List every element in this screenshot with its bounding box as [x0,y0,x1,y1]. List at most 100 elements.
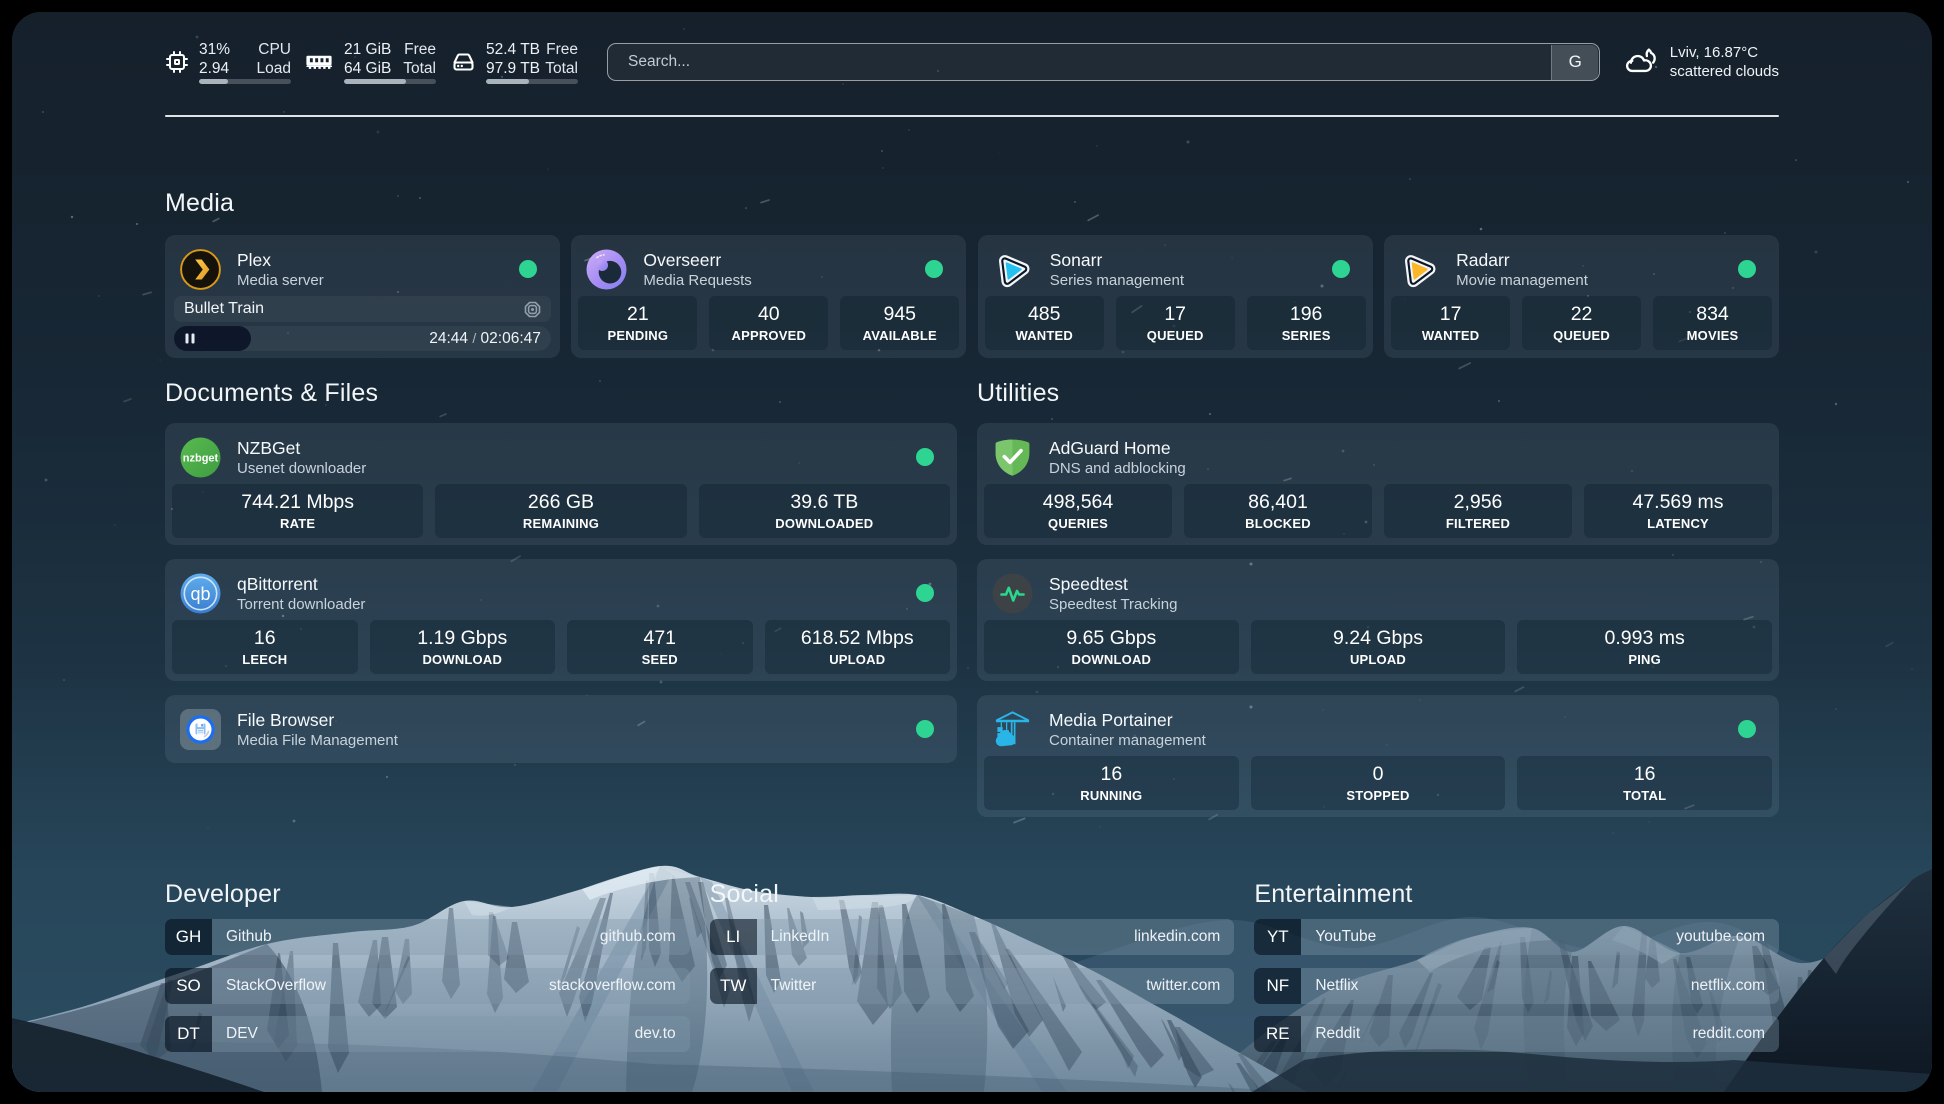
cpu-load-label: Load [257,60,291,79]
dashboard-screen: 31% 2.94 CPU Load [12,12,1932,1092]
portainer-title: Media Portainer [1049,710,1738,731]
portainer-status-dot [1738,720,1756,738]
radarr-card[interactable]: Radarr Movie management 17 WANTED 22 QUE… [1384,235,1779,358]
adguard-stat-blocked: 86,401 BLOCKED [1184,484,1372,538]
bookmark-name: LinkedIn [771,928,1135,946]
overseerr-title: Overseerr [643,250,925,271]
disk-progress-bar [486,79,578,84]
bookmark-linkedin[interactable]: LI LinkedIn linkedin.com [710,919,1235,955]
adguard-card[interactable]: AdGuard Home DNS and adblocking 498,564 … [977,423,1779,545]
bookmark-abbr: NF [1254,968,1301,1004]
search-provider-button[interactable]: G [1551,45,1598,80]
qbittorrent-stat-upload: 618.52 Mbps UPLOAD [765,620,951,674]
bookmark-youtube[interactable]: YT YouTube youtube.com [1254,919,1779,955]
nzbget-subtitle: Usenet downloader [237,460,916,477]
portainer-stat-running: 16 RUNNING [984,756,1239,810]
weather-widget[interactable]: Lviv, 16.87°C scattered clouds [1623,44,1779,81]
qbittorrent-card[interactable]: qb qBittorrent Torrent downloader 16 [165,559,957,681]
section-title-social: Social [710,880,1235,909]
nzbget-status-dot [916,448,934,466]
radarr-subtitle: Movie management [1456,272,1738,289]
plex-progress-pill [174,326,251,351]
adguard-stat-latency: 47.569 ms LATENCY [1584,484,1772,538]
plex-status-dot [519,260,537,278]
adguard-subtitle: DNS and adblocking [1049,460,1766,477]
svg-text:qb: qb [190,584,210,604]
camera-icon [524,301,541,318]
qbittorrent-title: qBittorrent [237,574,916,595]
speedtest-subtitle: Speedtest Tracking [1049,596,1766,613]
bookmark-url: github.com [600,928,676,946]
bookmarks-section: Developer GH Github github.com SO StackO… [165,880,1779,1052]
bookmark-twitter[interactable]: TW Twitter twitter.com [710,968,1235,1004]
adguard-stat-queries: 498,564 QUERIES [984,484,1172,538]
overseerr-stat-approved: 40 APPROVED [709,296,828,350]
bookmark-url: dev.to [635,1025,676,1043]
overseerr-card[interactable]: Overseerr Media Requests 21 PENDING 40 A… [571,235,966,358]
sonarr-card[interactable]: Sonarr Series management 485 WANTED 17 Q… [978,235,1373,358]
filebrowser-title: File Browser [237,710,916,731]
speedtest-icon [992,573,1033,614]
bookmark-url: netflix.com [1691,977,1765,995]
qbittorrent-icon: qb [180,573,221,614]
portainer-stat-total: 16 TOTAL [1517,756,1772,810]
speedtest-card[interactable]: Speedtest Speedtest Tracking 9.65 Gbps D… [977,559,1779,681]
cpu-icon [165,50,189,74]
nzbget-stat-remaining: 266 GB REMAINING [435,484,686,538]
bookmark-stackoverflow[interactable]: SO StackOverflow stackoverflow.com [165,968,690,1004]
bookmark-url: reddit.com [1693,1025,1765,1043]
portainer-card[interactable]: Media Portainer Container management 16 … [977,695,1779,817]
overseerr-subtitle: Media Requests [643,272,925,289]
plex-card[interactable]: Plex Media server Bullet Train [165,235,560,358]
bookmark-abbr: DT [165,1016,212,1052]
radarr-title: Radarr [1456,250,1738,271]
bookmark-group-entertainment: Entertainment YT YouTube youtube.com NF … [1254,880,1779,1052]
memory-free-label: Free [403,41,436,60]
group-utilities: Utilities AdGuard Home [977,379,1779,817]
memory-progress-bar [344,79,436,84]
bookmark-abbr: LI [710,919,757,955]
bookmark-netflix[interactable]: NF Netflix netflix.com [1254,968,1779,1004]
sonarr-stat-wanted: 485 WANTED [985,296,1104,350]
nzbget-title: NZBGet [237,438,916,459]
nzbget-stat-downloaded: 39.6 TB DOWNLOADED [699,484,950,538]
qbittorrent-status-dot [916,584,934,602]
search-provider-label: G [1569,52,1582,72]
disk-total-value: 97.9 TB [486,60,540,79]
bookmark-url: youtube.com [1676,928,1765,946]
card-column: nzbget NZBGet Usenet downloader 744.21 M… [165,423,957,763]
bookmark-reddit[interactable]: RE Reddit reddit.com [1254,1016,1779,1052]
plex-icon [180,249,221,290]
section-title-documents: Documents & Files [165,379,957,408]
cpu-usage-value: 31% [199,41,230,60]
speedtest-title: Speedtest [1049,574,1766,595]
bookmark-dev[interactable]: DT DEV dev.to [165,1016,690,1052]
filebrowser-icon [180,709,221,750]
radarr-stat-queued: 22 QUEUED [1522,296,1641,350]
qbittorrent-stat-leech: 16 LEECH [172,620,358,674]
plex-time-separator: / [472,330,476,346]
bookmark-github[interactable]: GH Github github.com [165,919,690,955]
bookmark-name: DEV [226,1025,635,1043]
disk-free-label: Free [545,41,578,60]
overseerr-icon [586,249,627,290]
divider [165,115,1779,117]
radarr-stat-movies: 834 MOVIES [1653,296,1772,350]
bookmark-group-developer: Developer GH Github github.com SO StackO… [165,880,690,1052]
speedtest-stat-ping: 0.993 ms PING [1517,620,1772,674]
bookmark-abbr: RE [1254,1016,1301,1052]
nzbget-icon: nzbget [180,437,221,478]
cloud-moon-icon [1623,46,1658,79]
bookmark-name: Netflix [1315,977,1691,995]
disk-total-label: Total [545,60,578,79]
filebrowser-card[interactable]: File Browser Media File Management [165,695,957,763]
top-bar: 31% 2.94 CPU Load [165,12,1779,84]
portainer-stat-stopped: 0 STOPPED [1251,756,1506,810]
nzbget-stat-rate: 744.21 Mbps RATE [172,484,423,538]
speedtest-stat-upload: 9.24 Gbps UPLOAD [1251,620,1506,674]
plex-player-bar[interactable]: 24:44 / 02:06:47 [174,326,551,351]
plex-time-elapsed: 24:44 [429,330,468,347]
weather-condition: scattered clouds [1670,63,1779,82]
search-input[interactable] [607,43,1600,81]
nzbget-card[interactable]: nzbget NZBGet Usenet downloader 744.21 M… [165,423,957,545]
